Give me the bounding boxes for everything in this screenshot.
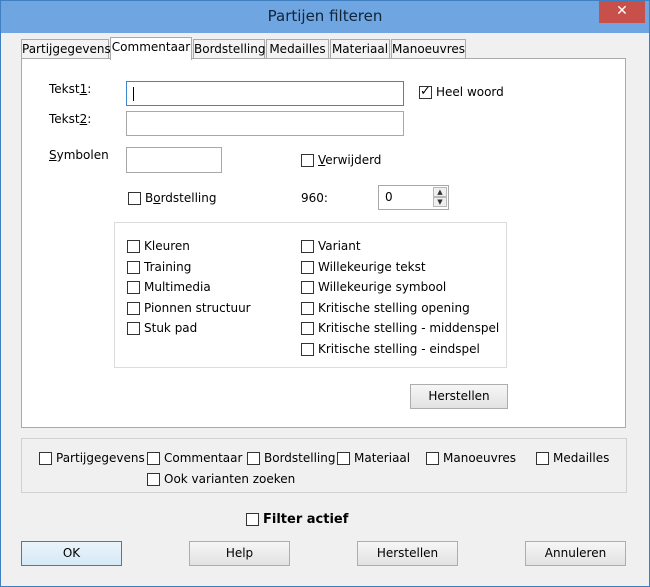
filter-actief-label: Filter actief [263, 512, 349, 527]
tekst1-label: Tekst1: [49, 82, 92, 96]
filter-bordstelling[interactable]: Bordstelling [247, 451, 335, 465]
text-caret [133, 87, 134, 101]
filter-label: Medailles [553, 451, 610, 465]
option-label: Kritische stelling - middenspel [318, 321, 500, 335]
verwijderd-label: Verwijderd [318, 153, 382, 167]
checkbox-icon [128, 191, 141, 205]
spinner-value: 0 [385, 190, 393, 204]
checkbox-icon [246, 513, 259, 526]
tab-materiaal[interactable]: Materiaal [330, 39, 390, 59]
tab-bordstelling[interactable]: Bordstelling [193, 39, 265, 59]
filter-label: Manoeuvres [443, 451, 517, 465]
filter-label: Partijgegevens [56, 451, 145, 465]
option-kritische-middenspel[interactable]: Kritische stelling - middenspel [301, 321, 499, 335]
option-kritische-opening[interactable]: Kritische stelling opening [301, 301, 470, 315]
tab-manoeuvres[interactable]: Manoeuvres [391, 39, 466, 59]
window-title: Partijen filteren [267, 7, 383, 25]
herstellen-button[interactable]: Herstellen [357, 541, 458, 566]
herstellen-panel-button[interactable]: Herstellen [410, 384, 508, 409]
tekst2-label: Tekst2: [49, 112, 92, 126]
number-spinner[interactable]: 0 ▲ ▼ [378, 185, 449, 210]
option-label: Training [144, 260, 192, 274]
checkbox-icon [147, 451, 160, 465]
spin-down-icon[interactable]: ▼ [433, 197, 447, 207]
option-kleuren[interactable]: Kleuren [127, 239, 190, 253]
spin-up-icon[interactable]: ▲ [433, 187, 447, 197]
filter-ook-varianten[interactable]: Ook varianten zoeken [147, 472, 295, 486]
option-label: Variant [318, 239, 361, 253]
filter-label: Materiaal [354, 451, 411, 465]
heel-woord-checkbox[interactable]: Heel woord [419, 84, 504, 99]
tab-partijgegevens[interactable]: Partijgegevens [21, 39, 111, 59]
checkbox-icon [301, 260, 314, 274]
checkbox-icon [301, 280, 314, 294]
option-label: Kleuren [144, 239, 190, 253]
option-multimedia[interactable]: Multimedia [127, 280, 211, 294]
filter-label: Commentaar [164, 451, 243, 465]
close-button[interactable]: ✕ [599, 1, 645, 23]
checkbox-icon [127, 239, 140, 253]
bordstelling-label: Bordstelling [145, 191, 217, 205]
checkbox-icon [247, 451, 260, 465]
filter-actief-checkbox[interactable]: Filter actief [246, 512, 348, 527]
checkbox-icon [147, 472, 160, 486]
checkbox-icon [127, 280, 140, 294]
option-label: Kritische stelling - eindspel [318, 342, 480, 356]
option-label: Pionnen structuur [144, 301, 251, 315]
annuleren-button[interactable]: Annuleren [525, 541, 626, 566]
ok-button[interactable]: OK [21, 541, 122, 566]
option-variant[interactable]: Variant [301, 239, 361, 253]
option-pionnen-structuur[interactable]: Pionnen structuur [127, 301, 251, 315]
checkbox-icon [536, 451, 549, 465]
filter-label: Bordstelling [264, 451, 336, 465]
checkbox-icon [301, 239, 314, 253]
option-label: Multimedia [144, 280, 211, 294]
filter-materiaal[interactable]: Materiaal [337, 451, 410, 465]
tab-commentaar[interactable]: Commentaar [110, 37, 192, 60]
comment-options-group: Kleuren Training Multimedia Pionnen stru… [114, 222, 507, 368]
tekst2-input[interactable] [126, 111, 404, 136]
checkbox-icon [127, 260, 140, 274]
symbolen-label: Symbolen [49, 148, 109, 162]
filter-label: Ook varianten zoeken [164, 472, 296, 486]
filter-manoeuvres[interactable]: Manoeuvres [426, 451, 516, 465]
option-label: Stuk pad [144, 321, 198, 335]
option-label: Willekeurige symbool [318, 280, 447, 294]
option-label: Willekeurige tekst [318, 260, 426, 274]
help-button[interactable]: Help [189, 541, 290, 566]
checkbox-icon [301, 321, 314, 335]
option-training[interactable]: Training [127, 260, 191, 274]
checkbox-icon [301, 301, 314, 315]
verwijderd-checkbox[interactable]: Verwijderd [301, 153, 381, 167]
checkbox-icon [301, 153, 314, 167]
option-label: Kritische stelling opening [318, 301, 470, 315]
heel-woord-label: Heel woord [436, 85, 504, 99]
filter-medailles[interactable]: Medailles [536, 451, 609, 465]
title-bar[interactable]: Partijen filteren ✕ [1, 1, 649, 33]
filter-partijgegevens[interactable]: Partijgegevens [39, 451, 145, 465]
option-willekeurige-symbool[interactable]: Willekeurige symbool [301, 280, 446, 294]
filter-categories-group: Partijgegevens Commentaar Bordstelling M… [21, 438, 627, 493]
tab-medailles[interactable]: Medailles [266, 39, 329, 59]
bordstelling-checkbox[interactable]: Bordstelling [128, 191, 216, 205]
option-willekeurige-tekst[interactable]: Willekeurige tekst [301, 260, 426, 274]
dialog-body: Partijgegevens Commentaar Bordstelling M… [8, 33, 642, 580]
filter-commentaar[interactable]: Commentaar [147, 451, 242, 465]
checkbox-icon [127, 301, 140, 315]
spinner-arrows: ▲ ▼ [433, 187, 447, 208]
dialog-window: Partijen filteren ✕ Partijgegevens Comme… [0, 0, 650, 587]
checkbox-icon [127, 321, 140, 335]
close-icon: ✕ [616, 3, 628, 19]
symbolen-input[interactable] [126, 147, 222, 173]
checkbox-checked-icon [419, 84, 432, 99]
option-stuk-pad[interactable]: Stuk pad [127, 321, 197, 335]
commentaar-panel: Tekst1: Heel woord Tekst2: Symbolen Verw… [21, 58, 626, 428]
spin-label: 960: [301, 191, 328, 205]
checkbox-icon [301, 342, 314, 356]
tekst1-input[interactable] [126, 81, 404, 106]
checkbox-icon [39, 451, 52, 465]
checkbox-icon [426, 451, 439, 465]
option-kritische-eindspel[interactable]: Kritische stelling - eindspel [301, 342, 480, 356]
checkbox-icon [337, 451, 350, 465]
